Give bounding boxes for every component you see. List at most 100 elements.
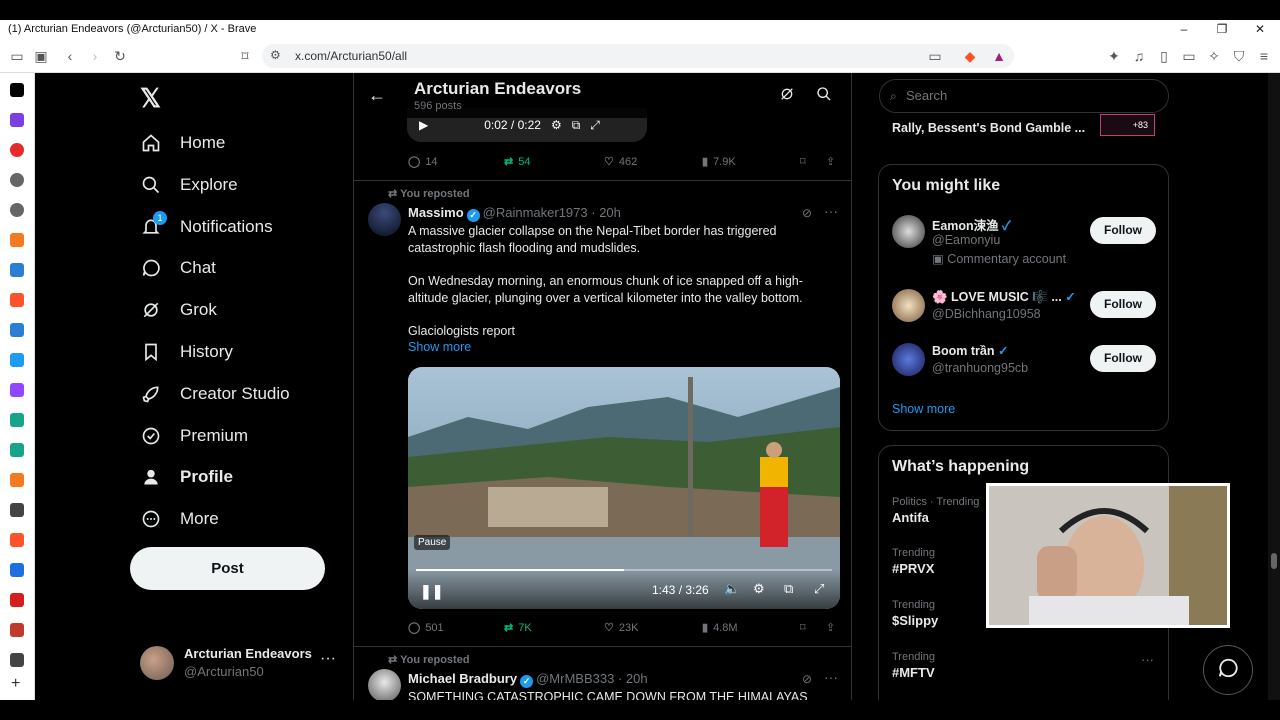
- reply-button[interactable]: ◯ 501: [408, 621, 444, 635]
- nav-profile[interactable]: Profile: [140, 457, 233, 497]
- brave-rewards-icon[interactable]: ▲: [990, 47, 1008, 65]
- like-button[interactable]: ♡ 462: [604, 155, 637, 169]
- nav-more[interactable]: More: [140, 499, 219, 539]
- cast-icon[interactable]: ▭: [926, 47, 944, 65]
- search-icon[interactable]: [816, 86, 832, 107]
- repost-button[interactable]: ⇄ 54: [504, 155, 530, 169]
- bookmark-icon[interactable]: ⌑: [800, 155, 806, 168]
- page-scrollbar[interactable]: [1268, 73, 1280, 700]
- grok-icon[interactable]: ⊘: [802, 206, 812, 220]
- app-favicon-icon[interactable]: [10, 323, 24, 337]
- settings-icon[interactable]: ⚙: [753, 581, 765, 597]
- search-input[interactable]: ⌕ Search: [879, 79, 1169, 113]
- sidebar-icon[interactable]: ▯: [1155, 47, 1173, 65]
- close-icon[interactable]: ✕: [1244, 20, 1276, 39]
- minimize-icon[interactable]: –: [1168, 20, 1200, 39]
- shield-favicon-icon[interactable]: [10, 653, 24, 667]
- follow-button[interactable]: Follow: [1090, 345, 1156, 372]
- share-icon[interactable]: ⇪: [826, 621, 835, 634]
- address-bar[interactable]: ⚙ x.com/Arcturian50/all: [262, 44, 1014, 68]
- wallet-icon[interactable]: ▭: [1180, 47, 1198, 65]
- scroll-thumb[interactable]: [1271, 553, 1277, 569]
- more-dots-icon[interactable]: ···: [824, 203, 838, 219]
- more-dots-icon[interactable]: ···: [1141, 652, 1154, 667]
- twitch-favicon-icon[interactable]: [10, 383, 24, 397]
- app-favicon-icon[interactable]: [10, 353, 24, 367]
- show-more-link[interactable]: Show more: [408, 340, 471, 354]
- post-button[interactable]: Post: [130, 547, 325, 590]
- volume-icon[interactable]: 🔈: [724, 581, 740, 597]
- nav-home[interactable]: Home: [140, 123, 225, 163]
- maximize-icon[interactable]: ❐: [1206, 20, 1238, 39]
- back-arrow-icon[interactable]: ←: [368, 85, 386, 106]
- pip-icon[interactable]: ⧉: [784, 581, 793, 597]
- reply-button[interactable]: ◯ 14: [408, 155, 438, 169]
- vpn-icon[interactable]: ⛉: [1230, 47, 1248, 65]
- app-favicon-icon[interactable]: [10, 413, 24, 427]
- forward-icon[interactable]: ›: [86, 47, 104, 65]
- fullscreen-icon[interactable]: ⤢: [590, 118, 600, 133]
- chat-fab-button[interactable]: [1203, 645, 1253, 695]
- x-logo-icon[interactable]: 𝕏: [140, 85, 166, 111]
- pause-icon[interactable]: ❚❚: [420, 583, 443, 600]
- app-favicon-icon[interactable]: [10, 263, 24, 277]
- show-more-link[interactable]: Show more: [892, 402, 955, 416]
- globe-favicon-icon[interactable]: [10, 173, 24, 187]
- play-icon[interactable]: ▶: [419, 118, 428, 132]
- account-switcher[interactable]: Arcturian Endeavors @Arcturian50 ···: [140, 644, 340, 684]
- tab-icon[interactable]: ▣: [32, 47, 50, 65]
- avatar[interactable]: [368, 203, 401, 236]
- app-favicon-icon[interactable]: [10, 443, 24, 457]
- leo-icon[interactable]: ✧: [1205, 47, 1223, 65]
- follow-button[interactable]: Follow: [1090, 217, 1156, 244]
- grok-icon[interactable]: ⊘: [802, 672, 812, 686]
- nav-creator-studio[interactable]: Creator Studio: [140, 374, 290, 414]
- avatar[interactable]: [368, 669, 401, 700]
- brave-shield-icon[interactable]: ◆: [961, 47, 979, 65]
- trend-item[interactable]: Trending #MFTV: [892, 651, 1152, 680]
- follow-button[interactable]: Follow: [1090, 291, 1156, 318]
- add-icon[interactable]: +: [11, 675, 20, 693]
- video-player[interactable]: Pause ❚❚ 1:43 / 3:26 🔈 ⚙ ⧉ ⤢: [408, 367, 840, 609]
- sidebar-toggle-icon[interactable]: ▭: [8, 47, 26, 65]
- menu-icon[interactable]: ≡: [1255, 47, 1273, 65]
- bookmark-icon[interactable]: ⌑: [800, 621, 806, 634]
- video-progress-bar[interactable]: [416, 569, 832, 571]
- nav-premium[interactable]: Premium: [140, 416, 248, 456]
- bookmark-icon[interactable]: ⌑: [236, 47, 254, 65]
- settings-icon[interactable]: ⚙: [551, 118, 562, 132]
- like-button[interactable]: ♡ 23K: [604, 621, 638, 635]
- suggestion-item[interactable]: Eamon涑渔 ✓ @Eamonyiu ▣ Commentary account…: [892, 215, 1157, 266]
- extensions-icon[interactable]: ✦: [1105, 47, 1123, 65]
- app-favicon-icon[interactable]: [10, 623, 24, 637]
- app-favicon-icon[interactable]: [10, 143, 24, 157]
- globe-favicon-icon[interactable]: [10, 203, 24, 217]
- reload-icon[interactable]: ↻: [111, 47, 129, 65]
- shield-favicon-icon[interactable]: [10, 503, 24, 517]
- play-favicon-icon[interactable]: [10, 473, 24, 487]
- brave-favicon-icon[interactable]: [10, 533, 24, 547]
- share-icon[interactable]: ⇪: [826, 155, 835, 168]
- mail-favicon-icon[interactable]: [10, 113, 24, 127]
- play-favicon-icon[interactable]: [10, 233, 24, 247]
- brave-favicon-icon[interactable]: [10, 293, 24, 307]
- post-author[interactable]: Massimo ✓ @Rainmaker1973 · 20h: [408, 205, 621, 222]
- views-button[interactable]: ▮ 7.9K: [702, 155, 736, 169]
- nav-history[interactable]: History: [140, 332, 233, 372]
- nav-grok[interactable]: Grok: [140, 290, 217, 330]
- views-button[interactable]: ▮ 4.8M: [702, 621, 738, 635]
- site-settings-icon[interactable]: ⚙: [270, 48, 281, 62]
- pip-icon[interactable]: ⧉: [572, 118, 581, 133]
- suggestion-item[interactable]: Boom trần ✓ @tranhuong95cb Follow: [892, 343, 1157, 393]
- fullscreen-icon[interactable]: ⤢: [814, 581, 824, 597]
- more-dots-icon[interactable]: ···: [320, 650, 336, 668]
- more-dots-icon[interactable]: ···: [824, 669, 838, 685]
- news-thumbnail[interactable]: +83: [1100, 114, 1155, 136]
- x-favicon-icon[interactable]: [10, 83, 24, 97]
- app-favicon-icon[interactable]: [10, 563, 24, 577]
- repost-button[interactable]: ⇄ 7K: [504, 621, 532, 635]
- news-headline[interactable]: Rally, Bessent's Bond Gamble ...: [892, 121, 1092, 136]
- maple-favicon-icon[interactable]: [10, 593, 24, 607]
- grok-icon[interactable]: [779, 86, 795, 107]
- back-icon[interactable]: ‹: [61, 47, 79, 65]
